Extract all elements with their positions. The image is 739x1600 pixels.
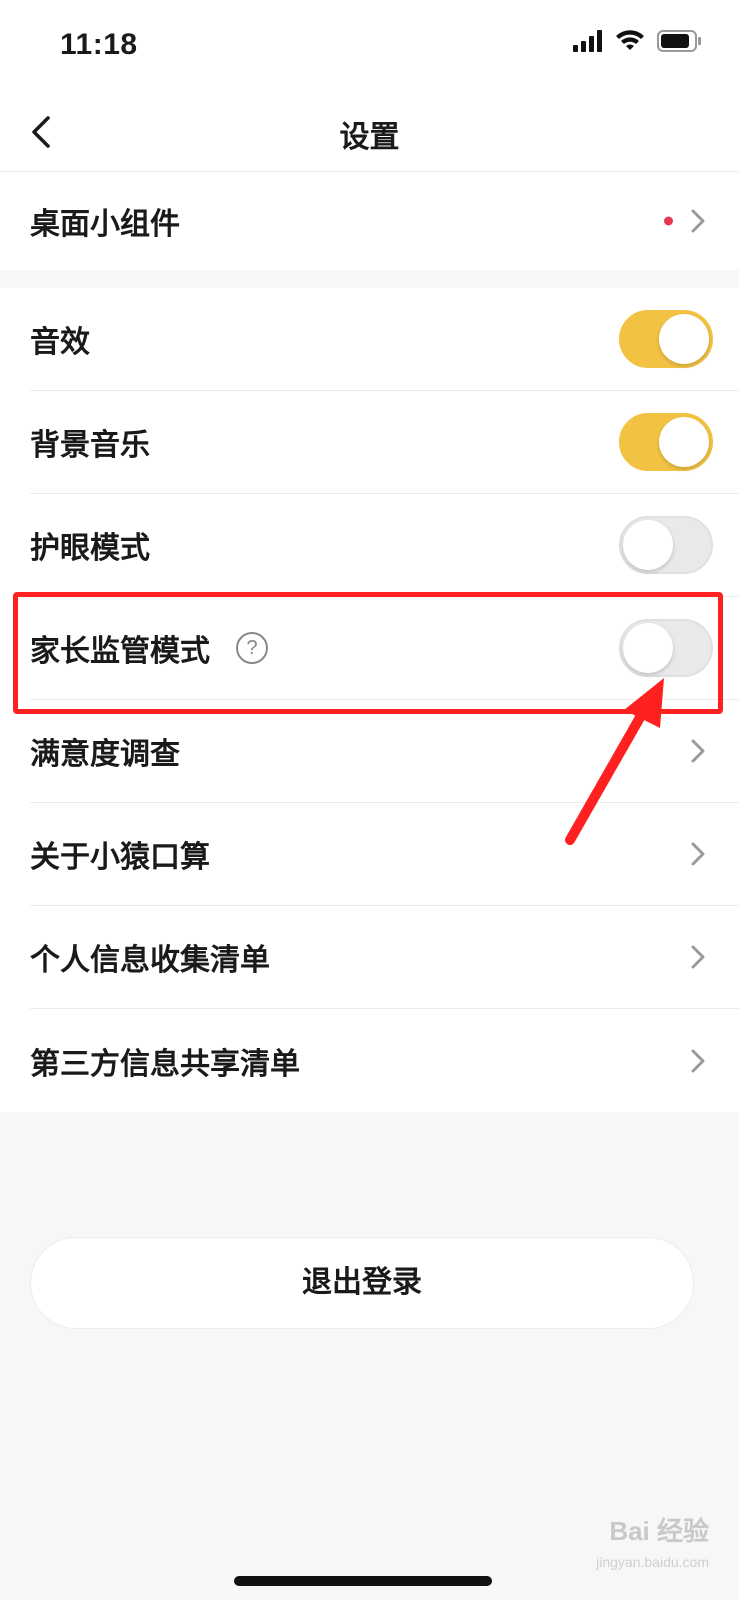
toggle-knob: [623, 520, 673, 570]
settings-row-sound: 音效: [30, 288, 739, 391]
row-label: 音效: [30, 325, 90, 360]
status-time: 11:18: [60, 28, 138, 61]
red-dot-badge: [664, 216, 673, 226]
row-label: 关于小猿口算: [30, 840, 210, 875]
settings-row-eye-care: 护眼模式: [30, 494, 739, 597]
chevron-right-icon: [691, 739, 705, 763]
status-icons: [573, 30, 703, 52]
row-label: 背景音乐: [30, 428, 150, 463]
wifi-icon: [616, 30, 644, 50]
arrow-annotation: [565, 678, 664, 845]
eye-care-toggle[interactable]: [619, 516, 713, 574]
watermark-url: jingyan.baidu.com: [596, 1554, 709, 1570]
watermark-logo: Bai 经验: [609, 1516, 709, 1546]
toggle-knob: [659, 417, 709, 467]
row-label: 第三方信息共享清单: [30, 1046, 300, 1082]
logout-button[interactable]: 退出登录: [30, 1237, 694, 1329]
signal-bars-icon: [573, 30, 602, 52]
chevron-right-icon: [691, 945, 705, 969]
home-indicator[interactable]: [234, 1576, 492, 1586]
sound-toggle[interactable]: [619, 310, 713, 368]
nav-bar: 设置: [0, 92, 739, 172]
row-label: 桌面小组件: [30, 207, 180, 242]
chevron-right-icon: [691, 1049, 705, 1072]
row-label: 个人信息收集清单: [30, 943, 270, 978]
bgm-toggle[interactable]: [619, 413, 713, 471]
toggle-knob: [659, 314, 709, 364]
chevron-right-icon: [691, 842, 705, 866]
page-title: 设置: [339, 120, 400, 155]
chevron-right-icon: [691, 209, 705, 233]
row-label: 护眼模式: [30, 531, 150, 566]
settings-row-bgm: 背景音乐: [30, 391, 739, 494]
status-bar: 11:18: [0, 0, 739, 92]
settings-row-personal-info[interactable]: 个人信息收集清单: [30, 906, 739, 1009]
row-label: 满意度调查: [30, 737, 180, 772]
settings-row-widgets[interactable]: 桌面小组件: [30, 172, 739, 270]
widgets-group: 桌面小组件: [0, 172, 739, 270]
battery-icon: [657, 30, 701, 52]
settings-row-third-party[interactable]: 第三方信息共享清单: [30, 1009, 739, 1112]
